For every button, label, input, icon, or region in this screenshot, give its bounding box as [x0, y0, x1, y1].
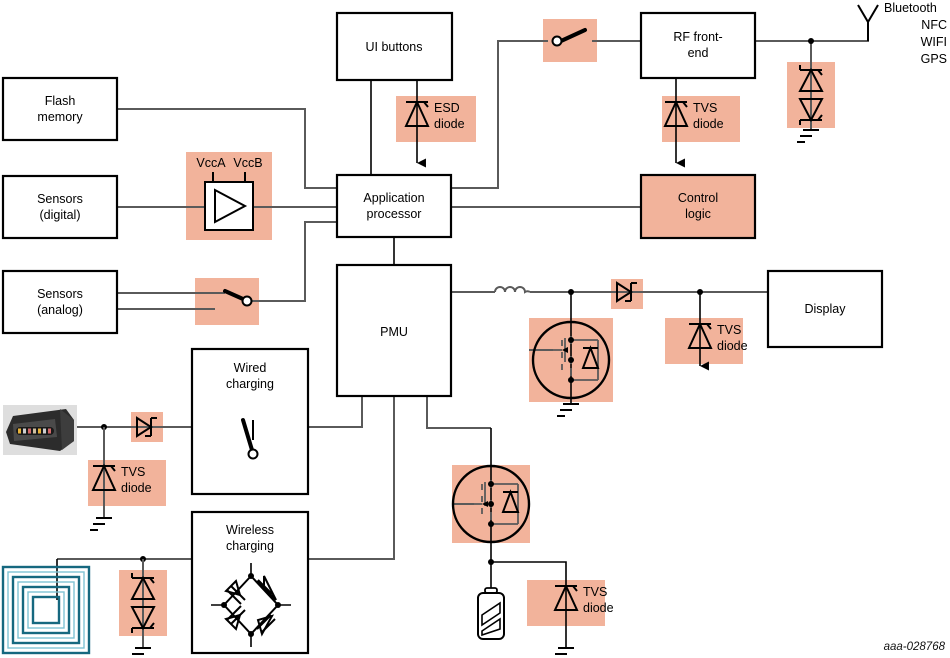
usb-c-connector-image: [3, 405, 77, 455]
ground-usb-tvs: [90, 517, 112, 531]
wire-wired-to-pmu: [308, 396, 363, 428]
block-wireless-charging-label-1: Wireless: [226, 523, 274, 537]
label-rf-tvs-1: TVS: [693, 101, 717, 115]
label-display-tvs-1: TVS: [717, 323, 741, 337]
block-flash-memory[interactable]: Flash memory: [1, 76, 119, 142]
block-ui-buttons-label: UI buttons: [366, 40, 423, 54]
block-application-processor-label-1: Application: [363, 191, 424, 205]
block-sensors-digital-label-2: (digital): [40, 208, 81, 222]
label-battery-tvs-1: TVS: [583, 585, 607, 599]
ground-battery-tvs: [555, 647, 574, 655]
junction-antenna: [808, 38, 814, 44]
block-pmu[interactable]: PMU: [335, 263, 453, 398]
block-sensors-analog[interactable]: Sensors (analog): [1, 269, 119, 335]
label-esd-diode-1: ESD: [434, 101, 460, 115]
block-wired-charging[interactable]: Wired charging: [190, 347, 310, 496]
block-rf-front-end-label-2: end: [688, 46, 709, 60]
antenna-label-gps: GPS: [921, 52, 947, 66]
block-sensors-digital[interactable]: Sensors (digital): [1, 174, 119, 240]
antenna-label-wifi: WIFI: [921, 35, 947, 49]
antenna-label-bluetooth: Bluetooth: [884, 1, 937, 15]
symbol-battery: [477, 587, 505, 640]
label-display-tvs-2: diode: [717, 339, 748, 353]
label-vccb: VccB: [233, 156, 262, 170]
block-control-logic[interactable]: Control logic: [639, 173, 757, 240]
block-display-label: Display: [805, 302, 847, 316]
label-esd-diode-2: diode: [434, 117, 465, 131]
block-rf-front-end[interactable]: RF front- end: [639, 11, 757, 80]
block-wired-charging-label-2: charging: [226, 377, 274, 391]
block-wireless-charging[interactable]: Wireless charging: [190, 510, 310, 655]
ground-coil-tvs: [132, 647, 151, 655]
block-pmu-label: PMU: [380, 325, 408, 339]
block-wireless-charging-label-2: charging: [226, 539, 274, 553]
block-sensors-digital-label-1: Sensors: [37, 192, 83, 206]
symbol-antenna: [857, 4, 879, 41]
ground-display-mosfet: [557, 403, 579, 417]
label-rf-tvs-2: diode: [693, 117, 724, 131]
antenna-label-nfc: NFC: [921, 18, 947, 32]
wireless-charging-coil: [1, 565, 91, 655]
label-usb-tvs-2: diode: [121, 481, 152, 495]
block-diagram-canvas: Flash memory Sensors (digital) Sensors (…: [1, 1, 947, 655]
wire-pmu-to-batt-mosfet: [426, 396, 491, 429]
figure-id-label: aaa-028768: [884, 641, 946, 653]
block-rf-front-end-label-1: RF front-: [673, 30, 722, 44]
antenna-protocol-labels: Bluetooth NFC WIFI GPS: [884, 1, 947, 66]
block-application-processor[interactable]: Application processor: [335, 173, 453, 239]
ground-antenna-tvs: [797, 129, 819, 143]
block-sensors-analog-label-2: (analog): [37, 303, 83, 317]
label-vcca: VccA: [196, 156, 226, 170]
block-flash-memory-label-2: memory: [37, 110, 83, 124]
block-display[interactable]: Display: [766, 269, 884, 349]
wire-wireless-to-pmu: [308, 396, 395, 560]
symbol-inductor: [494, 286, 531, 294]
block-wired-charging-label-1: Wired: [234, 361, 267, 375]
block-control-logic-label-1: Control: [678, 191, 718, 205]
block-control-logic-label-2: logic: [685, 207, 711, 221]
block-ui-buttons[interactable]: UI buttons: [335, 11, 454, 82]
block-flash-memory-label-1: Flash: [45, 94, 76, 108]
block-sensors-analog-label-1: Sensors: [37, 287, 83, 301]
label-battery-tvs-2: diode: [583, 601, 614, 615]
highlight-rf-switch: [543, 19, 597, 62]
block-application-processor-label-2: processor: [367, 207, 422, 221]
label-usb-tvs-1: TVS: [121, 465, 145, 479]
